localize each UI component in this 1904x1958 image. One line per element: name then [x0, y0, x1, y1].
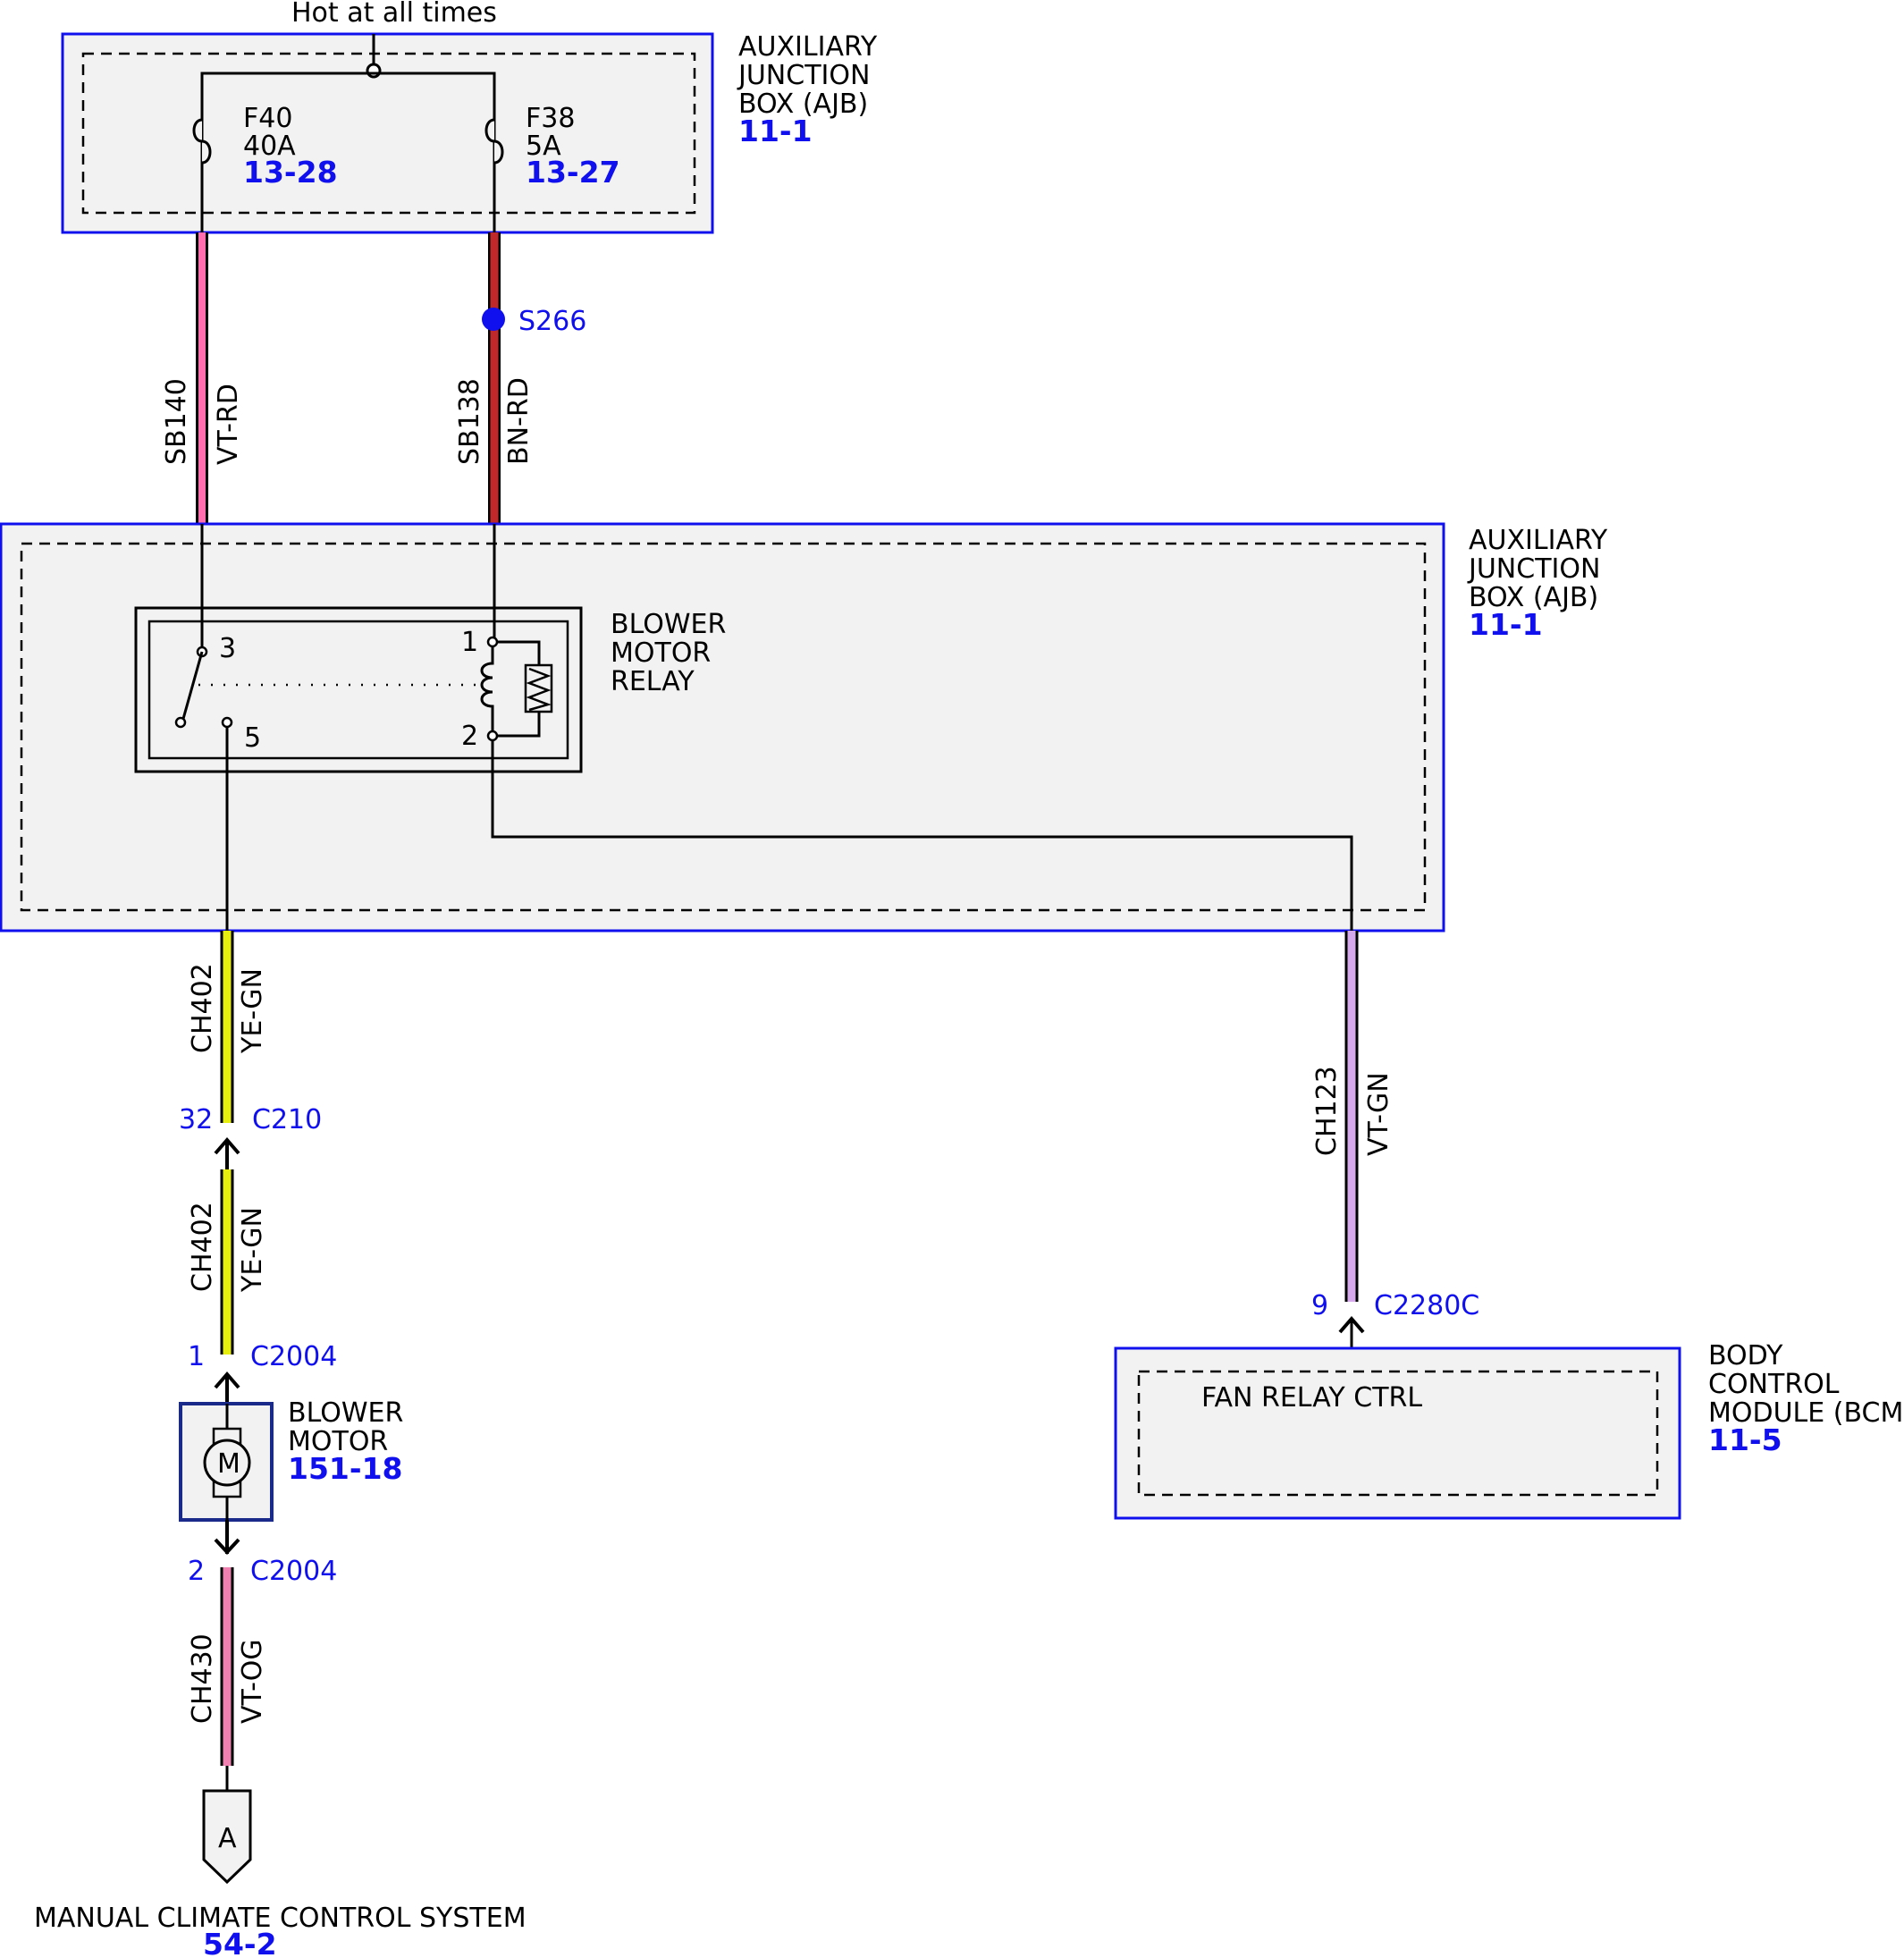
ajb-mid-label-line2: JUNCTION — [1467, 553, 1600, 585]
blower-motor-ref-link[interactable]: 151-18 — [288, 1451, 403, 1486]
splice-s266-dot — [482, 308, 505, 331]
relay-label-line1: BLOWER — [611, 609, 726, 640]
wire-ch430-circuit: CH430 — [187, 1633, 218, 1724]
relay-pin-2: 2 — [461, 721, 478, 752]
wire-ch402-lower-circuit: CH402 — [187, 1202, 218, 1292]
junction-dot — [366, 63, 382, 79]
c210-pin: 32 — [179, 1104, 213, 1135]
relay-pin-2-terminal — [486, 730, 499, 742]
manual-climate-system-label: MANUAL CLIMATE CONTROL SYSTEM — [34, 1903, 527, 1934]
c2004-bottom-pin: 2 — [188, 1556, 205, 1587]
splice-s266-label: S266 — [518, 306, 586, 337]
ajb-top-label-line1: AUXILIARY — [738, 31, 878, 63]
relay-pin-5: 5 — [244, 722, 261, 754]
ref-pentagon-letter: A — [218, 1823, 237, 1854]
relay-pin-1: 1 — [461, 627, 478, 658]
ajb-mid-box — [0, 522, 1445, 933]
wire-sb138-color: BN-RD — [503, 377, 535, 465]
wire-ch402-upper-circuit: CH402 — [187, 963, 218, 1053]
c2280c-name: C2280C — [1374, 1290, 1479, 1321]
bcm-label-line2: CONTROL — [1708, 1369, 1840, 1400]
bcm-signal-label: FAN RELAY CTRL — [1201, 1382, 1422, 1414]
wire-ch402-lower-color: YE-GN — [237, 1207, 268, 1293]
bcm-box — [1114, 1346, 1681, 1520]
wire-sb140-color: VT-RD — [213, 384, 244, 465]
power-label: Hot at all times — [291, 0, 497, 29]
fuse-f40-ref-link[interactable]: 13-28 — [243, 155, 338, 190]
relay-pin-3: 3 — [219, 633, 236, 664]
bcm-label-line1: BODY — [1708, 1340, 1783, 1371]
relay-label-line3: RELAY — [611, 666, 695, 697]
blower-motor-label-line1: BLOWER — [288, 1397, 403, 1429]
ajb-mid-label-line1: AUXILIARY — [1469, 525, 1608, 556]
bcm-ref-link[interactable]: 11-5 — [1708, 1422, 1782, 1457]
ajb-top-ref-link[interactable]: 11-1 — [738, 114, 813, 148]
ajb-top-box — [61, 32, 714, 234]
c210-name: C210 — [252, 1104, 322, 1135]
c2004-top-pin: 1 — [188, 1341, 205, 1372]
wire-ch402-upper-color: YE-GN — [237, 968, 268, 1054]
c2280c-pin: 9 — [1311, 1290, 1328, 1321]
ajb-mid-ref-link[interactable]: 11-1 — [1469, 607, 1543, 642]
wire-ch123-circuit: CH123 — [1311, 1066, 1343, 1156]
c2004-top-name: C2004 — [250, 1341, 337, 1372]
relay-label-line2: MOTOR — [611, 637, 711, 669]
motor-symbol: M — [217, 1448, 240, 1480]
wire-ch123-color: VT-GN — [1363, 1072, 1394, 1156]
wire-sb138-circuit: SB138 — [454, 378, 485, 465]
fuse-f40-name: F40 — [243, 103, 292, 134]
c2004-bottom-name: C2004 — [250, 1556, 337, 1587]
manual-climate-ref-link[interactable]: 54-2 — [203, 1927, 277, 1958]
wire-sb140-circuit: SB140 — [161, 378, 192, 465]
ajb-top-label-line2: JUNCTION — [737, 60, 870, 91]
fuse-f38-ref-link[interactable]: 13-27 — [526, 155, 620, 190]
wiring-diagram: Hot at all times F40 40A 13-28 F38 5A 13… — [0, 0, 1904, 1958]
relay-pin-1-terminal — [486, 636, 499, 648]
fuse-f38-name: F38 — [526, 103, 575, 134]
relay-pin-5-terminal — [221, 716, 233, 729]
wire-ch430-color: VT-OG — [237, 1639, 268, 1724]
